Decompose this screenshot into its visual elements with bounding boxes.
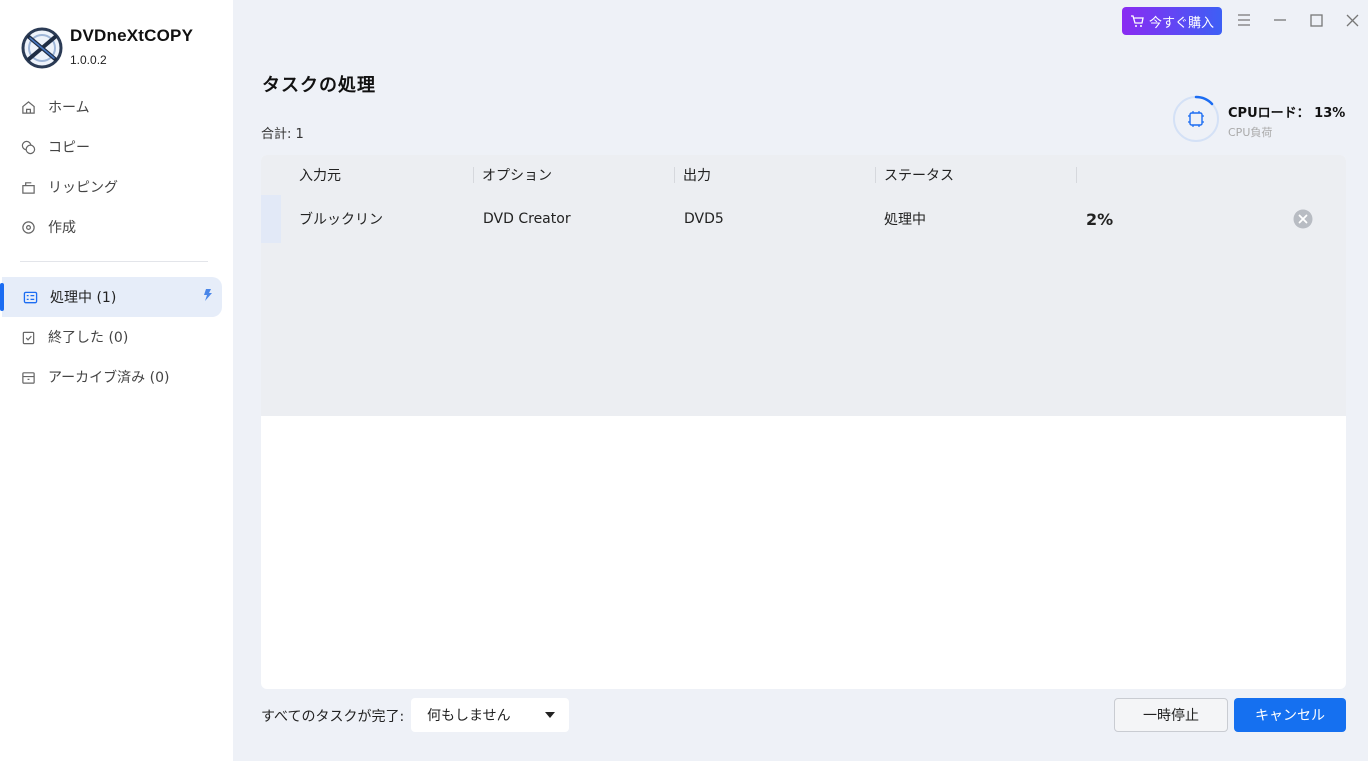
copy-icon bbox=[20, 139, 36, 155]
cart-icon bbox=[1130, 14, 1144, 27]
cpu-chip-icon bbox=[1188, 111, 1204, 127]
buy-now-button[interactable]: 今すぐ購入 bbox=[1122, 7, 1222, 35]
cpu-load-value: 13% bbox=[1314, 106, 1346, 121]
sidebar-item-label: コピー bbox=[48, 140, 90, 156]
app-logo-icon bbox=[21, 27, 63, 69]
create-icon bbox=[20, 219, 36, 235]
buy-now-label: 今すぐ購入 bbox=[1148, 15, 1214, 31]
processing-icon bbox=[22, 289, 38, 305]
after-all-tasks-select[interactable]: 何もしません bbox=[411, 698, 569, 732]
minimize-icon bbox=[1274, 19, 1286, 21]
menu-icon bbox=[1238, 14, 1250, 26]
after-all-tasks-value: 何もしません bbox=[427, 708, 511, 724]
column-divider[interactable] bbox=[875, 167, 876, 183]
remove-task-icon[interactable] bbox=[1293, 209, 1313, 229]
table-body: ブルックリン DVD Creator DVD5 処理中 2% bbox=[261, 195, 1346, 416]
cancel-button[interactable]: キャンセル bbox=[1234, 698, 1346, 732]
column-header-source: 入力元 bbox=[299, 168, 341, 184]
row-marker bbox=[261, 195, 281, 243]
cpu-load-title: CPUロード： bbox=[1228, 106, 1310, 121]
cell-progress: 2% bbox=[1086, 209, 1114, 229]
app-version: 1.0.0.2 bbox=[70, 53, 107, 67]
page-title: タスクの処理 bbox=[262, 75, 376, 96]
table-header: 入力元 オプション 出力 ステータス bbox=[261, 155, 1346, 195]
table-row[interactable]: ブルックリン DVD Creator DVD5 処理中 2% bbox=[261, 195, 1346, 243]
ripping-icon bbox=[20, 179, 36, 195]
task-total: 合計: 1 bbox=[261, 127, 304, 142]
finished-icon bbox=[20, 329, 36, 345]
maximize-icon bbox=[1309, 13, 1323, 27]
home-icon bbox=[20, 99, 36, 115]
column-header-status: ステータス bbox=[884, 168, 954, 184]
maximize-button[interactable] bbox=[1306, 10, 1326, 30]
task-table: 入力元 オプション 出力 ステータス ブルックリン DVD Creator DV… bbox=[261, 155, 1346, 689]
sidebar-item-archive[interactable]: アーカイブ済み (0) bbox=[0, 357, 222, 397]
sidebar-item-label: 作成 bbox=[48, 220, 76, 236]
cpu-load-gauge bbox=[1172, 95, 1220, 143]
sidebar-item-label: ホーム bbox=[48, 100, 90, 116]
cpu-load-sub: CPU負荷 bbox=[1228, 126, 1273, 139]
sidebar-divider bbox=[20, 261, 208, 262]
sidebar-item-copy[interactable]: コピー bbox=[0, 127, 222, 167]
close-icon bbox=[1346, 14, 1358, 26]
caret-down-icon bbox=[545, 712, 555, 718]
app-title: DVDneXtCOPY bbox=[70, 26, 194, 45]
sidebar-item-processing[interactable]: 処理中 (1) bbox=[0, 277, 222, 317]
sidebar: DVDneXtCOPY 1.0.0.2 ホーム コピー リッピング 作成 処理中… bbox=[0, 0, 233, 761]
sidebar-item-label: 処理中 (1) bbox=[50, 290, 117, 306]
column-divider[interactable] bbox=[1076, 167, 1077, 183]
sidebar-item-label: 終了した (0) bbox=[48, 330, 129, 346]
column-divider[interactable] bbox=[674, 167, 675, 183]
sidebar-item-label: リッピング bbox=[48, 180, 118, 196]
sidebar-item-label: アーカイブ済み (0) bbox=[48, 370, 170, 386]
column-divider[interactable] bbox=[473, 167, 474, 183]
minimize-button[interactable] bbox=[1270, 10, 1290, 30]
cell-option: DVD Creator bbox=[483, 211, 571, 227]
cell-status: 処理中 bbox=[884, 212, 926, 228]
column-header-option: オプション bbox=[482, 168, 552, 184]
pin-icon[interactable] bbox=[202, 288, 214, 302]
sidebar-item-finished[interactable]: 終了した (0) bbox=[0, 317, 222, 357]
sidebar-item-create[interactable]: 作成 bbox=[0, 207, 222, 247]
cell-output: DVD5 bbox=[684, 211, 724, 227]
column-header-output: 出力 bbox=[683, 168, 711, 184]
sidebar-item-ripping[interactable]: リッピング bbox=[0, 167, 222, 207]
close-window-button[interactable] bbox=[1342, 10, 1362, 30]
pause-button[interactable]: 一時停止 bbox=[1114, 698, 1228, 732]
archive-icon bbox=[20, 369, 36, 385]
cpu-load-label: CPUロード： 13% bbox=[1228, 102, 1345, 121]
menu-button[interactable] bbox=[1234, 10, 1254, 30]
sidebar-item-home[interactable]: ホーム bbox=[0, 87, 222, 127]
after-all-tasks-label: すべてのタスクが完了: bbox=[261, 709, 405, 725]
cell-source: ブルックリン bbox=[299, 212, 383, 228]
